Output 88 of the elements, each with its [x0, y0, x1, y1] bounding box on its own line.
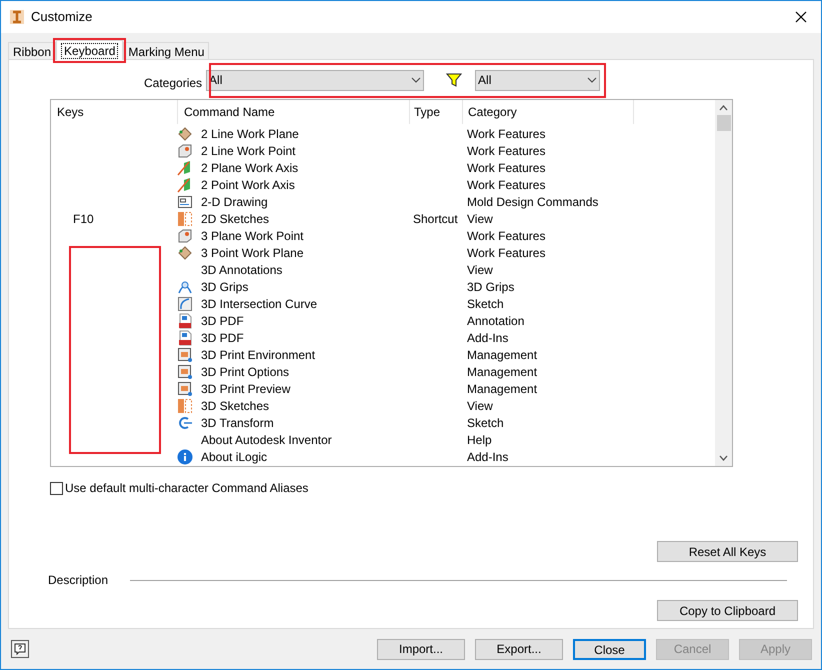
category-cell-text: Mold Design Commands: [466, 194, 600, 210]
column-header[interactable]: Keys: [51, 100, 177, 124]
command-name-cell[interactable]: 2-D Drawing: [201, 192, 268, 210]
category-cell-text: Add-Ins: [466, 330, 510, 346]
plane-icon: [177, 126, 193, 142]
dialog-button[interactable]: Import...: [377, 638, 465, 660]
command-name-cell[interactable]: 3D Print Options: [201, 362, 290, 380]
grips-icon: [177, 278, 193, 294]
type-cell-text: Shortcut: [412, 210, 459, 228]
command-name-cell[interactable]: 3D Print Environment: [201, 346, 316, 364]
command-name-cell[interactable]: About iLogic: [201, 448, 268, 466]
axis-icon: [177, 160, 193, 176]
tab[interactable]: Keyboard: [56, 40, 124, 60]
command-name-cell[interactable]: 3D PDF: [201, 312, 244, 330]
scrollbar[interactable]: [715, 100, 732, 466]
app-icon: [9, 9, 25, 25]
column-header[interactable]: Type: [409, 100, 462, 124]
column-header[interactable]: Command Name: [177, 100, 409, 124]
filter-icon[interactable]: [446, 72, 462, 88]
command-name-cell[interactable]: 3D PDF: [201, 328, 244, 346]
checkbox[interactable]: [50, 482, 63, 494]
category-cell-text: Help: [466, 432, 493, 448]
category-cell-text: Work Features: [466, 160, 546, 176]
tab[interactable]: Ribbon: [8, 42, 56, 59]
command-name-cell[interactable]: 2 Plane Work Axis: [201, 158, 298, 176]
checkbox-label: Use default multi-character Command Aliases: [65, 480, 308, 497]
chevron-down-icon: [587, 77, 598, 83]
category-cell-text: 3D Grips: [466, 278, 516, 296]
category-cell-text: Work Features: [466, 126, 546, 142]
command-name-cell[interactable]: 2 Line Work Plane: [201, 124, 299, 142]
categories-label: Categories: [144, 75, 202, 92]
category-cell-text: View: [466, 210, 494, 228]
pdf-icon: [177, 312, 193, 328]
printer-icon: [177, 346, 193, 362]
category-cell-text: Annotation: [466, 312, 526, 330]
dialog-button[interactable]: Close: [573, 638, 646, 660]
column-header[interactable]: Category: [462, 100, 634, 124]
sketch-icon: [177, 398, 193, 414]
category-cell-text: Work Features: [466, 176, 546, 194]
copy-to-clipboard-button[interactable]: Copy to Clipboard: [657, 600, 798, 621]
category-cell-text: Sketch: [466, 414, 505, 432]
cube-icon: [177, 228, 193, 244]
category-cell-text: Work Features: [466, 244, 546, 262]
tab[interactable]: Marking Menu: [123, 42, 210, 59]
transform-icon: [177, 414, 193, 430]
drawing-icon: [177, 194, 193, 210]
scroll-up-icon[interactable]: [719, 105, 728, 111]
category-cell-text: Work Features: [466, 142, 546, 160]
reset-all-keys-button[interactable]: Reset All Keys: [657, 541, 798, 562]
scroll-down-icon[interactable]: [719, 455, 728, 461]
category-cell-text: View: [466, 262, 494, 278]
category-cell-text: Management: [466, 346, 538, 364]
command-name-cell[interactable]: 3D Annotations: [201, 260, 282, 278]
command-name-cell[interactable]: 3 Point Work Plane: [201, 244, 304, 262]
command-name-cell[interactable]: 3D Grips: [201, 278, 248, 296]
chevron-down-icon: [411, 77, 422, 83]
axis-icon: [177, 176, 193, 192]
close-icon[interactable]: [795, 11, 807, 23]
command-name-cell[interactable]: About Autodesk Inventor: [201, 430, 332, 448]
command-name-cell[interactable]: 3D Intersection Curve: [201, 294, 318, 312]
pdf-icon: [177, 330, 193, 346]
category-cell-text: Work Features: [466, 228, 546, 244]
command-name-cell[interactable]: 3D Sketches: [201, 396, 270, 414]
dialog-button[interactable]: Export...: [475, 638, 563, 660]
printer-icon: [177, 380, 193, 396]
sketch-icon: [177, 210, 193, 226]
filter-dropdown[interactable]: All: [475, 70, 600, 90]
curve-icon: [177, 296, 193, 312]
help-icon[interactable]: [10, 639, 30, 659]
category-cell-text: Management: [466, 364, 538, 380]
command-name-cell[interactable]: 2D Sketches: [201, 210, 270, 228]
key-cell-text: F10: [72, 210, 95, 228]
category-cell-text: Add-Ins: [466, 448, 510, 466]
command-name-cell[interactable]: 2 Line Work Point: [201, 142, 296, 160]
printer-icon: [177, 364, 193, 380]
category-cell-text: Sketch: [466, 296, 505, 312]
category-cell-text: View: [466, 398, 494, 414]
scroll-thumb[interactable]: [716, 115, 730, 131]
plane-icon: [177, 244, 193, 260]
command-name-cell[interactable]: 2 Point Work Axis: [201, 176, 295, 194]
command-name-cell[interactable]: 3 Plane Work Point: [201, 226, 304, 244]
window-title: Customize: [31, 8, 92, 26]
category-cell-text: Management: [466, 380, 538, 398]
cube-icon: [177, 142, 193, 158]
command-name-cell[interactable]: 3D Transform: [201, 414, 274, 432]
command-name-cell[interactable]: 3D Print Preview: [201, 380, 290, 398]
info-icon: [177, 448, 193, 464]
description-label: Description: [48, 572, 110, 589]
